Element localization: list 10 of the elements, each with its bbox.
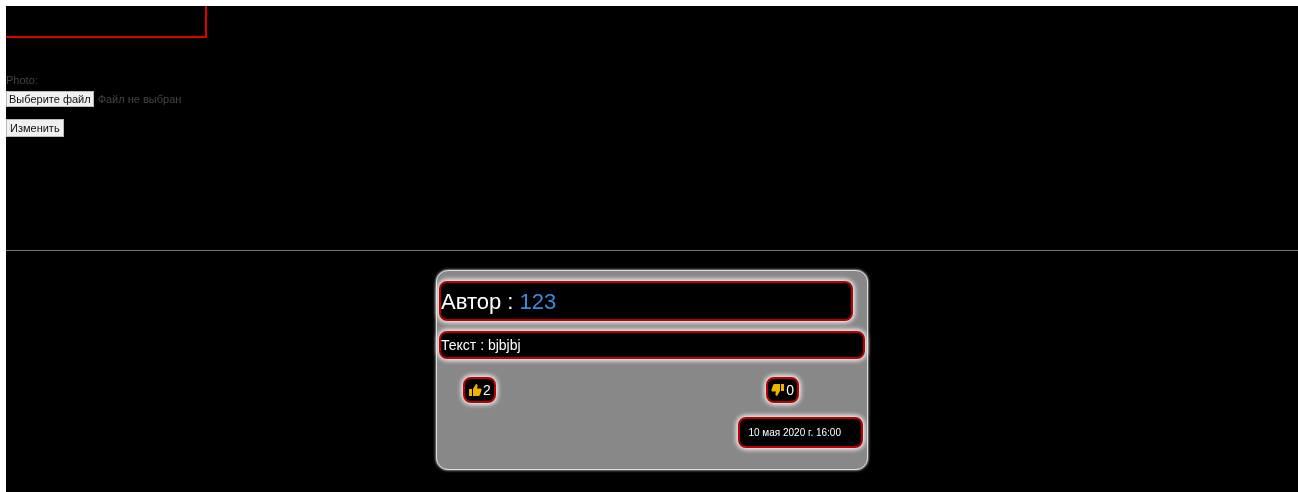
thumbs-down-icon xyxy=(771,383,786,397)
thumbs-up-icon xyxy=(468,383,482,397)
choose-file-button[interactable]: Выберите файл xyxy=(6,91,94,107)
file-status: Файл не выбран xyxy=(97,93,182,105)
comment-text: Текст : bjbjbj xyxy=(439,331,865,359)
comment-date: 10 мая 2020 г. 16:00 xyxy=(738,417,863,448)
photo-label: Photo: xyxy=(6,74,39,88)
dislike-button[interactable]: 0 xyxy=(766,377,799,403)
like-button[interactable]: 2 xyxy=(463,377,496,403)
submit-button[interactable]: Изменить xyxy=(6,119,64,137)
